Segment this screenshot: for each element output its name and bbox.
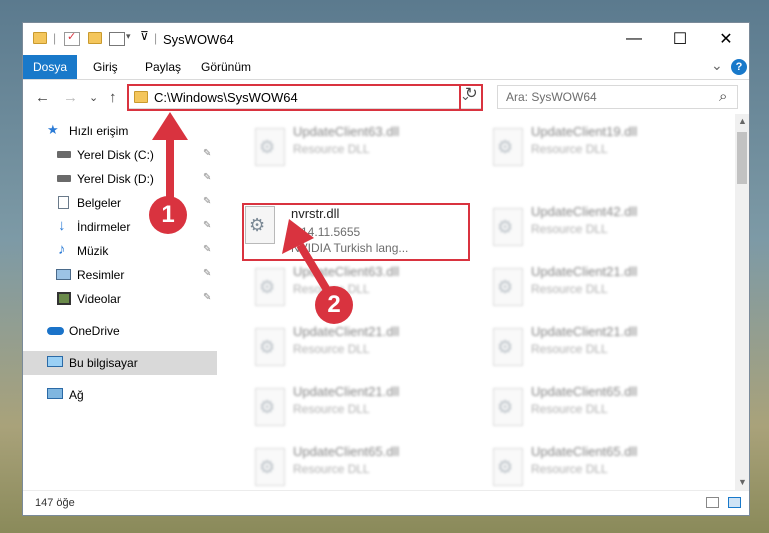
callout-1: 1 — [149, 196, 187, 234]
arrow-1 — [152, 112, 188, 200]
arrow-2 — [282, 219, 334, 298]
annotation-overlay — [152, 112, 334, 298]
callout-2: 2 — [315, 286, 353, 324]
